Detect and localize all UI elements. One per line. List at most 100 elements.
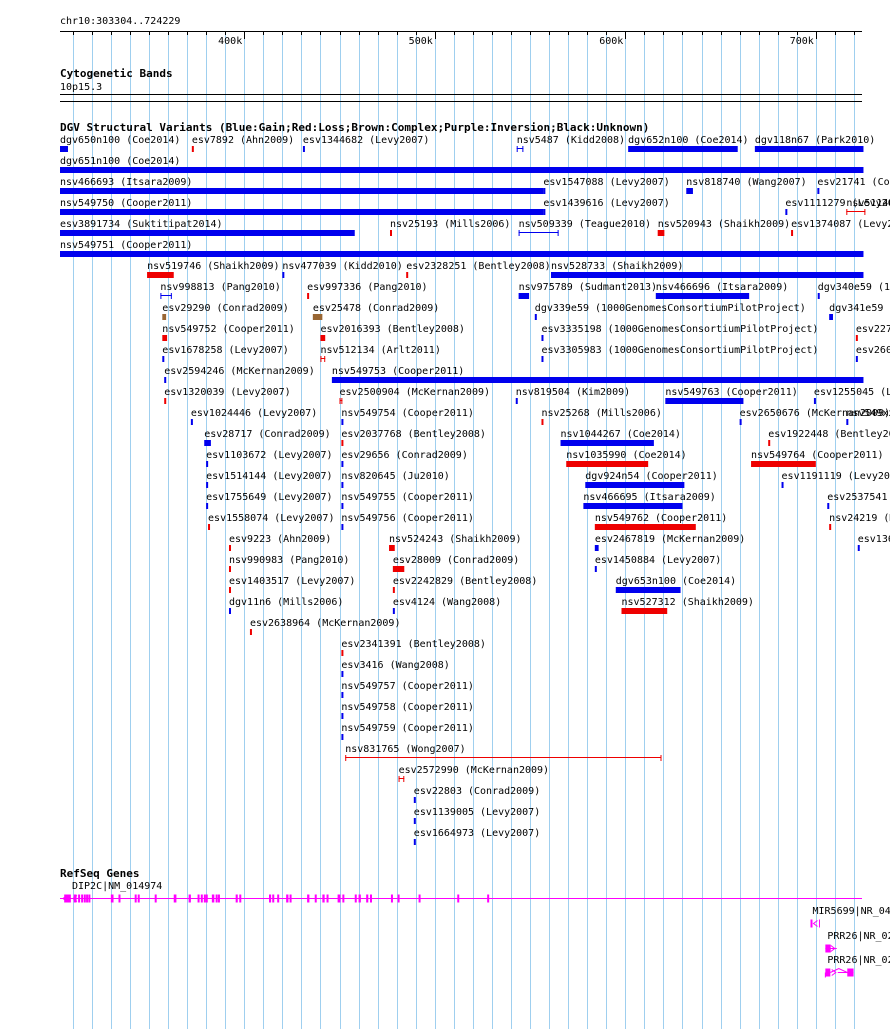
dgv-feature[interactable]: esv1664973 (Levy2007) — [413, 828, 540, 845]
dgv-feature[interactable]: esv28717 (Conrad2009) — [204, 429, 331, 446]
dgv-feature[interactable]: esv3891734 (Suktitipat2014) — [60, 219, 355, 236]
dgv-feature[interactable]: nsv549758 (Cooper2011) — [341, 702, 474, 719]
dgv-feature[interactable]: esv1320039 (Levy2007) — [164, 387, 291, 404]
dgv-feature[interactable]: esv2016393 (Bentley2008) — [320, 324, 465, 341]
dgv-feature[interactable]: esv7892 (Ahn2009) — [191, 135, 294, 152]
dgv-feature[interactable]: dgv11n6 (Mills2006) — [228, 597, 343, 614]
dgv-feature[interactable]: nsv509339 (Teague2010) — [518, 219, 651, 236]
dgv-feature[interactable]: esv2328251 (Bentley2008) — [406, 261, 551, 278]
dgv-feature[interactable]: nsv527312 (Shaikh2009) — [621, 597, 754, 614]
dgv-feature[interactable]: dgv340e59 (1000GenomesConsortiumPilotPro… — [817, 282, 890, 299]
dgv-feature[interactable]: esv29656 (Conrad2009) — [341, 450, 468, 467]
dgv-feature[interactable]: nsv831765 (Wong2007) — [345, 744, 662, 761]
dgv-feature[interactable]: esv1374087 (Levy2007) — [791, 219, 890, 236]
dgv-feature[interactable]: nsv549755 (Cooper2011) — [341, 492, 474, 509]
dgv-feature[interactable]: esv25478 (Conrad2009) — [312, 303, 439, 320]
dgv-feature-label: nsv549752 (Cooper2011) — [162, 324, 294, 335]
dgv-feature[interactable]: dgv650n100 (Coe2014) — [60, 135, 180, 152]
dgv-feature[interactable]: nsv998813 (Pang2010) — [160, 282, 281, 299]
dgv-feature[interactable]: esv21741 (Conrad2009) — [817, 177, 890, 194]
dgv-feature[interactable]: nsv466696 (Itsara2009) — [655, 282, 788, 299]
dgv-feature[interactable]: nsv466695 (Itsara2009) — [583, 492, 716, 509]
dgv-feature[interactable]: nsv549751 (Cooper2011) — [60, 240, 864, 257]
dgv-feature[interactable]: nsv1035990 (Coe2014) — [566, 450, 687, 467]
dgv-feature[interactable]: nsv520943 (Shaikh2009) — [657, 219, 790, 236]
dgv-feature[interactable]: nsv477039 (Kidd2010) — [282, 261, 403, 278]
dgv-feature[interactable]: nsv819504 (Kim2009) — [515, 387, 630, 404]
dgv-feature-bar — [566, 461, 649, 467]
dgv-feature[interactable]: nsv519746 (Shaikh2009) — [147, 261, 280, 278]
refseq-genes-track[interactable]: RefSeq Genes DIP2C|NM_014974 MIR5699|NR_0… — [60, 867, 890, 978]
dgv-feature[interactable]: esv136680 — [857, 534, 890, 551]
dgv-feature[interactable]: nsv549753 (Cooper2011) — [331, 366, 864, 383]
dgv-feature[interactable]: nsv512134 (Arlt2011) — [320, 345, 441, 362]
dgv-feature-bar — [164, 377, 167, 383]
dgv-feature[interactable]: esv2537541 (McKernan2009) — [827, 492, 890, 509]
cytogenetic-bands-track[interactable]: Cytogenetic Bands 10p15.3 — [60, 67, 862, 102]
dgv-feature[interactable]: nsv25268 (Mills2006) — [541, 408, 662, 425]
dgv-feature[interactable]: nsv549xxx — [846, 408, 890, 425]
dgv-feature-label: esv22803 (Conrad2009) — [414, 786, 540, 797]
dgv-feature[interactable]: esv2594246 (McKernan2009) — [164, 366, 315, 383]
dgv-feature-bar — [827, 503, 830, 509]
dgv-feature[interactable]: dgv924n54 (Cooper2011) — [585, 471, 718, 488]
dgv-feature[interactable]: nsv5487 (Kidd2008) — [516, 135, 625, 152]
dgv-feature[interactable]: esv1255045 (Levy2007) — [813, 387, 890, 404]
dgv-structural-variants-track[interactable]: DGV Structural Variants (Blue:Gain;Red:L… — [60, 121, 890, 845]
dgv-feature[interactable]: esv3305983 (1000GenomesConsortiumPilotPr… — [541, 345, 818, 362]
dgv-feature[interactable]: nsv1044267 (Coe2014) — [560, 429, 681, 446]
dgv-feature[interactable]: esv3416 (Wang2008) — [341, 660, 450, 677]
dgv-feature[interactable]: esv2341391 (Bentley2008) — [341, 639, 486, 656]
ruler-track[interactable]: chr10:303304..724229 400k 500k 600k 700k — [60, 16, 862, 47]
dgv-feature-bar — [560, 440, 654, 446]
dgv-feature[interactable]: dgv339e59 (1000GenomesConsortiumPilotPro… — [534, 303, 806, 320]
dgv-feature[interactable]: nsv549764 (Cooper2011) — [751, 450, 884, 467]
dgv-feature[interactable]: nsv818740 (Wang2007) — [686, 177, 807, 194]
dgv-feature[interactable]: esv3335198 (1000GenomesConsortiumPilotPr… — [541, 324, 818, 341]
dgv-feature[interactable]: esv4124 (Wang2008) — [392, 597, 501, 614]
dgv-feature[interactable]: dgv118n67 (Park2010) — [754, 135, 875, 152]
dgv-feature[interactable]: esv2276555 — [855, 324, 890, 341]
dgv-feature[interactable]: nsv549756 (Cooper2011) — [341, 513, 474, 530]
dgv-feature[interactable]: dgv341e59 (1000GenomesConsortiumPilotPro… — [829, 303, 890, 320]
refseq-exon — [286, 894, 289, 903]
dgv-feature-label: esv1558074 (Levy2007) — [208, 513, 334, 524]
dgv-feature[interactable]: dgv653n100 (Coe2014) — [615, 576, 736, 593]
dgv-feature-label: esv1103672 (Levy2007) — [206, 450, 332, 461]
dgv-feature[interactable]: dgv651n100 (Coe2014) — [60, 156, 864, 173]
dgv-feature[interactable]: nsv549754 (Cooper2011) — [341, 408, 474, 425]
refseq-gene[interactable]: MIR5699|NR_049884 — [810, 906, 890, 928]
dgv-feature[interactable]: dgv652n100 (Coe2014) — [628, 135, 749, 152]
dgv-feature[interactable]: nsv990983 (Pang2010) — [228, 555, 349, 572]
refseq-exon — [825, 944, 831, 953]
dgv-feature[interactable]: esv1024446 (Levy2007) — [190, 408, 317, 425]
dgv-feature[interactable]: esv2500904 (McKernan2009) — [339, 387, 491, 404]
dgv-feature-bar — [320, 335, 326, 341]
dgv-feature[interactable]: nsv511462 — [846, 198, 890, 215]
dgv-feature[interactable]: esv28009 (Conrad2009) — [392, 555, 519, 572]
dgv-feature[interactable]: esv22803 (Conrad2009) — [413, 786, 540, 803]
dgv-feature[interactable]: nsv549757 (Cooper2011) — [341, 681, 474, 698]
dgv-feature[interactable]: nsv24219 (Mills2006) — [829, 513, 890, 530]
dgv-feature[interactable]: esv1558074 (Levy2007) — [208, 513, 334, 530]
dgv-feature[interactable]: esv2608535 — [855, 345, 890, 362]
dgv-feature[interactable]: nsv549752 (Cooper2011) — [162, 324, 295, 341]
dgv-feature[interactable]: nsv549759 (Cooper2011) — [341, 723, 474, 740]
dgv-feature[interactable]: esv1139005 (Levy2007) — [413, 807, 540, 824]
refseq-exon — [269, 894, 272, 903]
dgv-feature[interactable]: esv997336 (Pang2010) — [307, 282, 428, 299]
dgv-feature[interactable]: nsv549763 (Cooper2011) — [665, 387, 798, 404]
dgv-feature[interactable]: esv2037768 (Bentley2008) — [341, 429, 486, 446]
dgv-feature[interactable]: esv1922448 (Bentley2008) — [768, 429, 890, 446]
dgv-feature-bar — [855, 356, 858, 362]
dgv-feature-label: nsv990983 (Pang2010) — [229, 555, 349, 566]
dgv-feature[interactable]: nsv549762 (Cooper2011) — [594, 513, 727, 530]
dgv-feature[interactable]: nsv524243 (Shaikh2009) — [389, 534, 521, 551]
dgv-feature[interactable]: esv1403517 (Levy2007) — [228, 576, 355, 593]
dgv-feature[interactable]: esv2467819 (McKernan2009) — [594, 534, 746, 551]
dgv-feature[interactable]: esv2638964 (McKernan2009) — [249, 618, 401, 635]
dgv-feature[interactable]: esv1344682 (Levy2007) — [302, 135, 429, 152]
dgv-feature[interactable]: nsv820645 (Ju2010) — [341, 471, 450, 488]
refseq-gene[interactable]: DIP2C|NM_014974 — [60, 881, 862, 903]
dgv-feature[interactable]: esv2242829 (Bentley2008) — [392, 576, 538, 593]
